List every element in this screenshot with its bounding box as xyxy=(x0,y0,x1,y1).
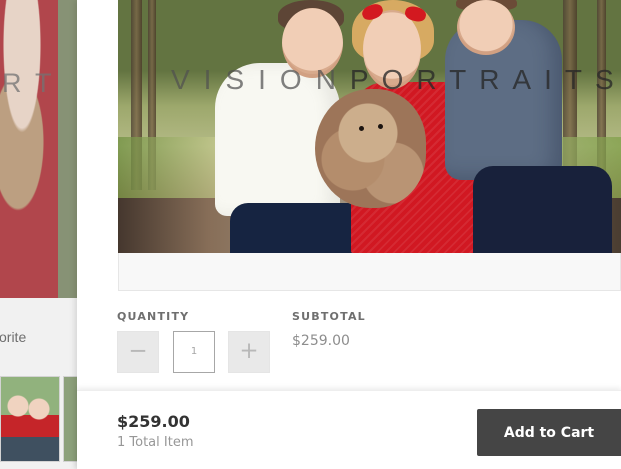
boy-dark-pants xyxy=(473,166,612,253)
photo-watermark: VISIONPORTRAITS xyxy=(171,64,621,96)
product-modal-page: RT orite VISIONPORTRAITS QUANTITY − 1 + … xyxy=(0,0,621,469)
background-watermark: RT xyxy=(2,68,66,98)
subtotal-label: SUBTOTAL xyxy=(292,310,366,323)
boy-face xyxy=(457,0,515,55)
photo-watermark-dark: PORTRAITS xyxy=(349,64,621,95)
dog-eye xyxy=(359,126,364,131)
background-product-photo xyxy=(0,0,77,298)
photo-watermark-light: VISION xyxy=(171,64,350,95)
background-thumbnail[interactable] xyxy=(0,376,60,462)
quantity-label: QUANTITY xyxy=(117,310,190,323)
quantity-input[interactable]: 1 xyxy=(173,331,215,373)
subtotal-value: $259.00 xyxy=(292,333,350,349)
background-gallery-page: RT orite xyxy=(0,0,77,469)
product-photo: VISIONPORTRAITS xyxy=(118,0,621,253)
plus-icon: + xyxy=(239,338,259,364)
cart-total-price: $259.00 xyxy=(117,412,190,431)
dog-eye xyxy=(378,124,383,129)
quantity-decrement-button[interactable]: − xyxy=(117,331,159,373)
dog xyxy=(315,89,426,208)
quantity-increment-button[interactable]: + xyxy=(228,331,270,373)
add-to-cart-button[interactable]: Add to Cart xyxy=(477,409,621,456)
background-favorite-label: orite xyxy=(0,329,27,345)
image-caption-bar xyxy=(118,253,621,291)
cart-total-items: 1 Total Item xyxy=(117,435,194,450)
minus-icon: − xyxy=(128,338,148,364)
background-thumbnail-partial[interactable] xyxy=(63,376,77,462)
